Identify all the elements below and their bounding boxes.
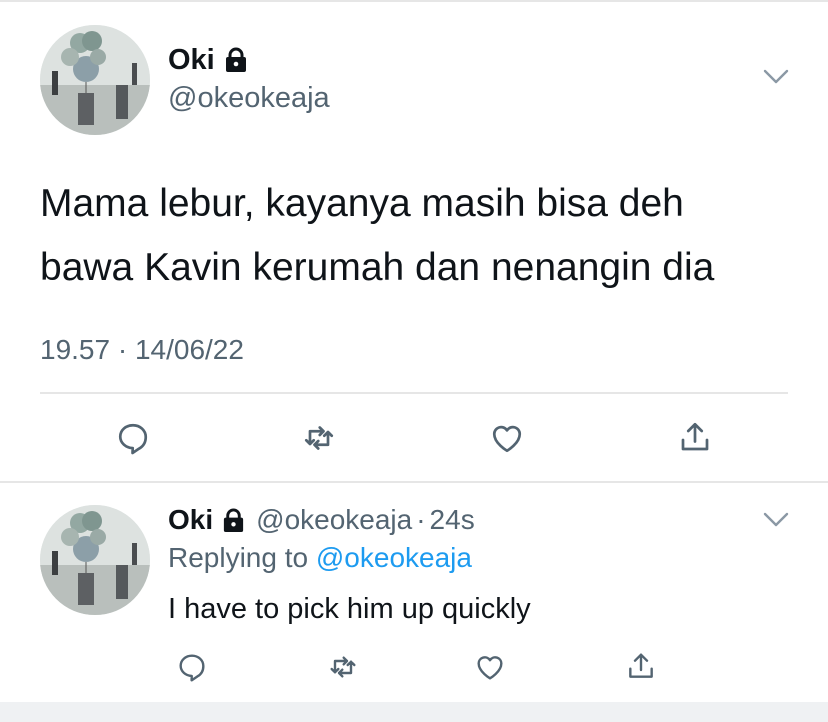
reply-icon <box>179 654 205 682</box>
retweet-icon <box>330 656 356 678</box>
lock-icon <box>223 47 249 73</box>
retweet-icon <box>304 426 334 450</box>
reply-text: I have to pick him up quickly <box>168 593 531 625</box>
tweet-text-line: Mama lebur, kayanya masih bisa deh <box>40 182 684 225</box>
top-border <box>0 0 828 2</box>
avatar[interactable] <box>40 25 150 135</box>
share-icon <box>681 422 709 451</box>
username-handle[interactable]: @okeokeaja <box>168 82 330 115</box>
share-button[interactable] <box>621 646 661 686</box>
replying-to-mention[interactable]: @okeokeaja <box>316 542 472 573</box>
avatar-image <box>40 505 150 615</box>
tweet-timestamp[interactable]: 19.57 · 14/06/22 <box>40 334 244 366</box>
like-icon <box>477 656 503 680</box>
username-handle[interactable]: @okeokeaja <box>256 504 412 536</box>
divider <box>40 392 788 394</box>
avatar-image <box>40 25 150 135</box>
author-name-row: Oki <box>168 40 249 80</box>
reply-time[interactable]: 24s <box>430 504 475 536</box>
reply-button[interactable] <box>110 418 156 458</box>
like-button[interactable] <box>484 418 530 458</box>
display-name[interactable]: Oki <box>168 504 213 536</box>
separator-dot: · <box>416 504 426 535</box>
chevron-down-icon[interactable] <box>763 512 789 528</box>
replying-to-label: Replying to <box>168 542 309 573</box>
replying-to: Replying to @okeokeaja <box>168 542 472 574</box>
avatar[interactable] <box>40 505 150 615</box>
display-name[interactable]: Oki <box>168 44 215 77</box>
reply-author-row: Oki @okeokeaja · 24s <box>168 502 475 538</box>
retweet-button[interactable] <box>323 648 363 686</box>
reply-icon <box>118 423 148 455</box>
tweet-text: Mama lebur, kayanya masih bisa deh bawa … <box>40 172 810 300</box>
section-divider <box>0 481 828 483</box>
like-icon <box>492 425 522 453</box>
tweet-text-line: bawa Kavin kerumah dan nenangin dia <box>40 246 715 289</box>
share-icon <box>629 653 653 678</box>
reply-button[interactable] <box>172 648 212 686</box>
share-button[interactable] <box>672 416 718 458</box>
lock-icon <box>221 507 246 533</box>
like-button[interactable] <box>470 648 510 686</box>
retweet-button[interactable] <box>296 418 342 458</box>
bottom-bar <box>0 702 828 722</box>
chevron-down-icon[interactable] <box>763 69 789 85</box>
